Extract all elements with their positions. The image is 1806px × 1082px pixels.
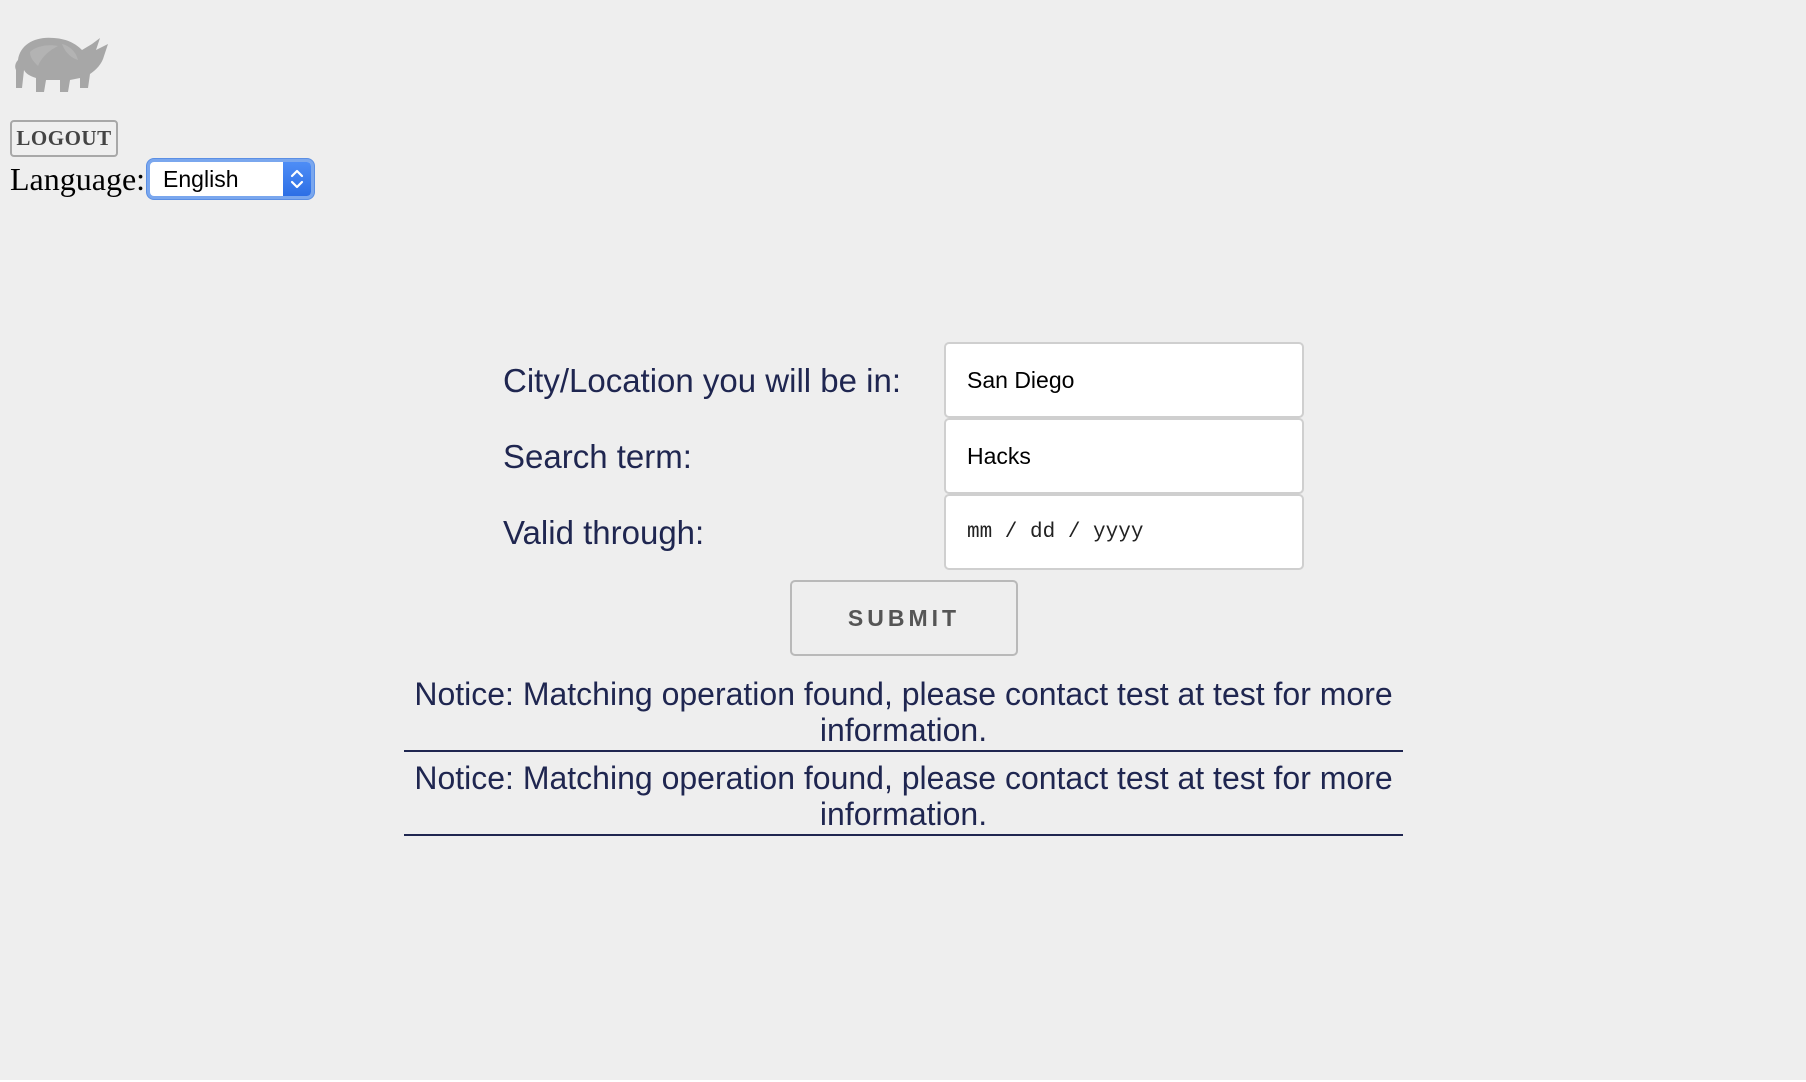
rhino-logo-icon <box>15 37 109 92</box>
chevron-up-down-icon <box>283 162 312 196</box>
city-input[interactable] <box>944 342 1304 418</box>
submit-button[interactable]: SUBMIT <box>790 580 1018 656</box>
valid-through-label: Valid through: <box>503 514 705 551</box>
notice-message: Notice: Matching operation found, please… <box>404 760 1403 836</box>
language-selected-value: English <box>163 165 239 192</box>
search-term-input[interactable] <box>944 418 1304 494</box>
notice-message: Notice: Matching operation found, please… <box>404 676 1403 752</box>
city-label: City/Location you will be in: <box>503 362 902 399</box>
page: LOGOUT Language: English City/Location y… <box>0 0 1806 1082</box>
valid-through-date-input[interactable]: mm / dd / yyyy <box>944 494 1304 570</box>
date-placeholder: mm / dd / yyyy <box>967 520 1144 544</box>
language-label: Language: <box>10 161 146 197</box>
language-select[interactable]: English <box>147 159 315 199</box>
logout-button[interactable]: LOGOUT <box>10 120 118 157</box>
search-term-label: Search term: <box>503 438 692 475</box>
language-selector-row: Language: English <box>10 158 315 200</box>
